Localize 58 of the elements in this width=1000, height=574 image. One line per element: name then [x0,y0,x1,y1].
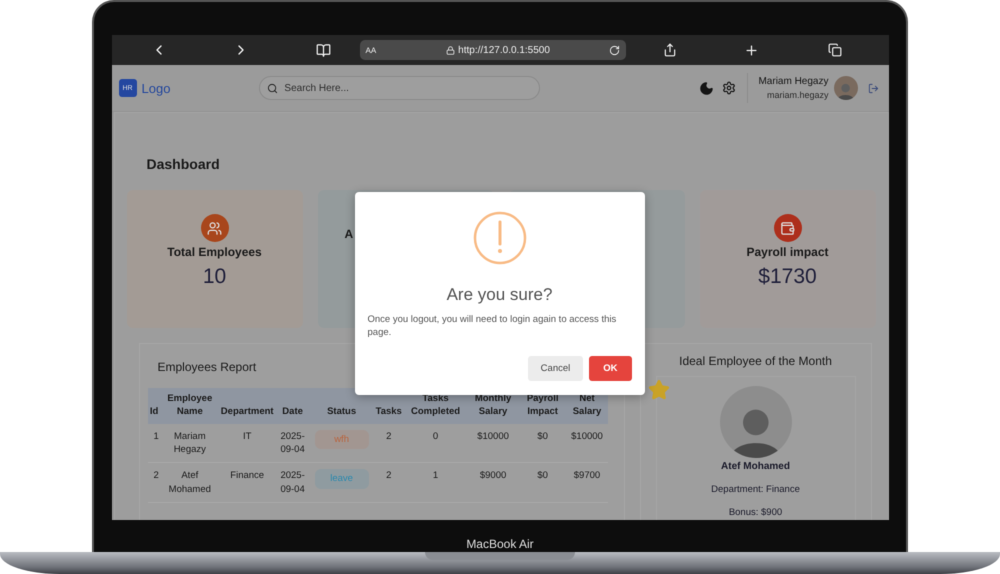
dialog-message: Once you logout, you will need to login again to access this page. [368,313,618,340]
employee-department: Department: Finance [711,484,800,495]
card-value: $1730 [758,265,817,289]
ideal-title: Ideal Employee of the Month [679,354,832,368]
card-title: A [344,227,354,241]
column-header: Id [148,388,161,424]
card-value: 10 [202,265,226,289]
users-icon [200,214,228,242]
card-title: Payroll impact [746,245,829,259]
table-cell: $9700 [566,462,608,502]
wallet-icon [774,214,802,242]
column-header: Department [218,388,276,424]
address-bar[interactable]: AA http://127.0.0.1:5500 [360,40,626,60]
warning-icon [472,211,526,265]
status-tag: wfh [314,430,369,449]
employee-bonus: Bonus: $900 [728,507,782,518]
user-handle: mariam.hegazy [766,90,828,100]
user-avatar[interactable] [834,76,858,100]
table-cell: $0 [518,424,566,463]
table-cell: 0 [404,424,468,463]
report-title: Employees Report [158,360,256,374]
table-cell: Mariam Hegazy [160,424,219,463]
card-title: Total Employees [167,245,262,259]
column-header: Employee Name [160,388,219,424]
table-cell: 2025-09-04 [276,424,310,463]
table-cell: Atef Mohamed [160,462,219,502]
reader-label[interactable]: AA [366,46,376,54]
device-label: MacBook Air [466,537,534,551]
table-cell: 2 [374,424,404,463]
reload-icon[interactable] [608,44,620,56]
table-cell: $10000 [467,424,519,463]
table-cell: 2 [374,462,404,502]
moon-icon[interactable] [698,80,714,96]
table-cell: $0 [518,462,566,502]
column-header: Status [310,388,374,424]
employee-name: Atef Mohamed [721,461,790,472]
url-text: http://127.0.0.1:5500 [458,44,550,56]
table-cell: 2 [148,462,161,502]
lock-icon [446,46,456,54]
search-icon [267,82,278,94]
table-cell: IT [218,424,276,463]
table-cell: $9000 [467,462,519,502]
table-cell: $10000 [566,424,608,463]
table-cell: 1 [404,462,468,502]
search-input[interactable]: Search Here... [284,82,524,94]
table-cell: 2025-09-04 [276,462,310,502]
user-name: Mariam Hegazy [758,76,828,87]
settings-icon[interactable] [721,80,738,96]
column-header: Date [276,388,310,424]
table-cell: Finance [218,462,276,502]
dialog-title: Are you sure? [446,285,552,305]
cancel-button[interactable]: Cancel [528,356,584,381]
ok-button[interactable]: OK [589,356,632,381]
status-tag: leave [314,469,369,489]
search-bar[interactable]: Search Here... [259,76,540,100]
table-cell: 1 [148,424,161,463]
page-title: Dashboard [146,156,221,174]
star-icon [648,379,670,401]
